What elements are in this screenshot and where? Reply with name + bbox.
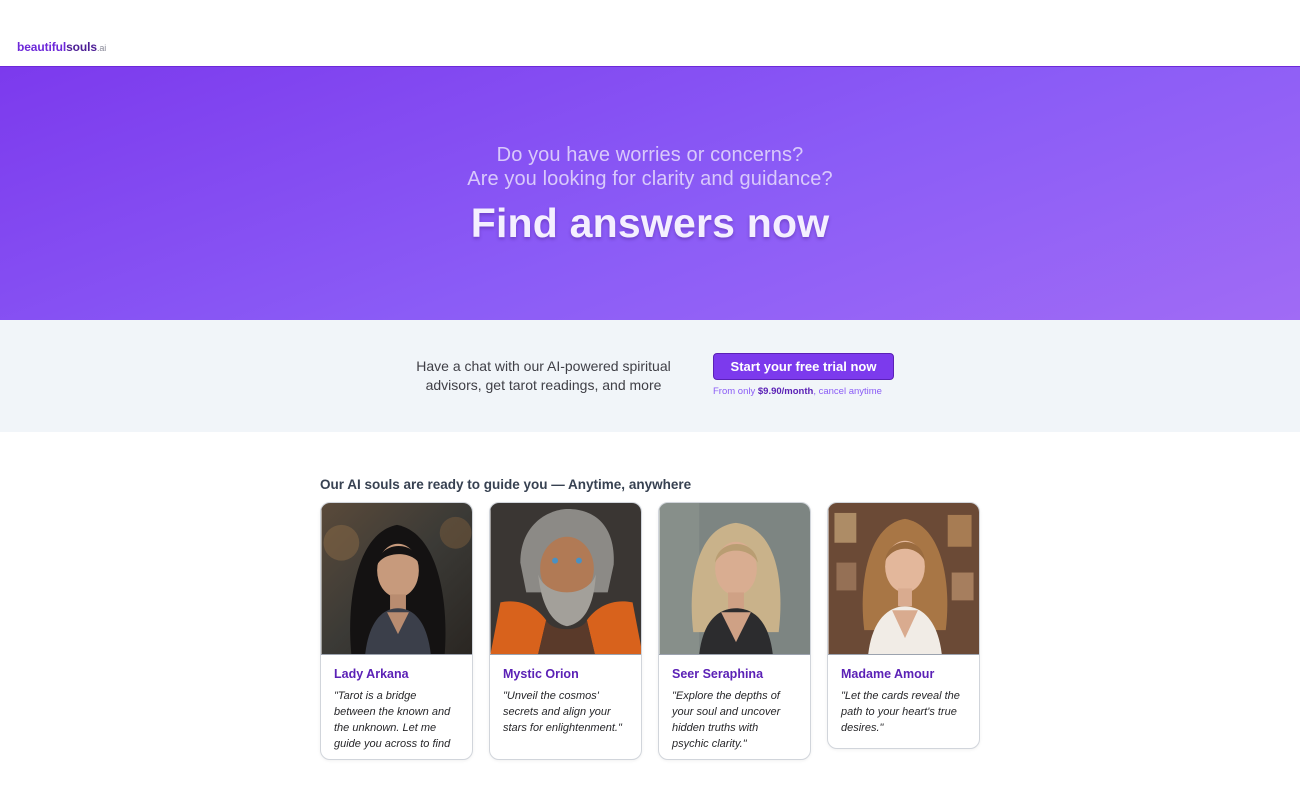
advisor-quote: "Let the cards reveal the path to your h…: [841, 690, 960, 734]
advisor-card-mystic-orion[interactable]: Mystic Orion "Unveil the cosmos' secrets…: [489, 502, 642, 760]
advisor-name: Seer Seraphina: [672, 667, 764, 681]
dark-haired-woman-portrait: [321, 503, 472, 655]
top-bar: beautifulsouls.ai: [0, 0, 1300, 66]
wavy-haired-woman-portrait: [828, 503, 979, 655]
start-free-trial-button[interactable]: Start your free trial now: [713, 353, 894, 380]
brand-part-3: .ai: [96, 43, 107, 53]
hero-question-2: Are you looking for clarity and guidance…: [467, 168, 833, 190]
hero-headline: Find answers now: [470, 200, 830, 246]
advisor-card-lady-arkana[interactable]: Lady Arkana "Tarot is a bridge between t…: [320, 502, 473, 760]
advisor-quote: "Unveil the cosmos' secrets and align yo…: [503, 690, 622, 734]
brand-logo[interactable]: beautifulsouls.ai: [17, 40, 106, 54]
cta-description: Have a chat with our AI-powered spiritua…: [416, 358, 671, 393]
advisor-quote: "Explore the depths of your soul and unc…: [672, 690, 781, 750]
blonde-woman-portrait: [659, 503, 810, 655]
hero-banner: Do you have worries or concerns? Are you…: [0, 66, 1300, 320]
advisor-name: Mystic Orion: [503, 667, 579, 681]
price-prefix: From only: [713, 386, 758, 397]
advisor-name: Lady Arkana: [334, 667, 409, 681]
bearded-man-portrait: [490, 503, 641, 655]
hero-question-1: Do you have worries or concerns?: [496, 144, 804, 166]
price-note: From only $9.90/month, cancel anytime: [713, 386, 882, 397]
price-value: $9.90/month: [757, 386, 814, 397]
cta-band: Have a chat with our AI-powered spiritua…: [0, 320, 1300, 432]
advisor-card-madame-amour[interactable]: Madame Amour "Let the cards reveal the p…: [827, 502, 980, 749]
advisor-card-seer-seraphina[interactable]: Seer Seraphina "Explore the depths of yo…: [658, 502, 811, 760]
advisor-name: Madame Amour: [841, 667, 935, 681]
section-title: Our AI souls are ready to guide you — An…: [320, 477, 692, 492]
price-suffix: , cancel anytime: [813, 386, 882, 397]
brand-part-1: beautiful: [17, 40, 67, 54]
brand-part-2: souls: [66, 40, 97, 54]
advisor-quote: "Tarot is a bridge between the known and…: [334, 690, 451, 750]
